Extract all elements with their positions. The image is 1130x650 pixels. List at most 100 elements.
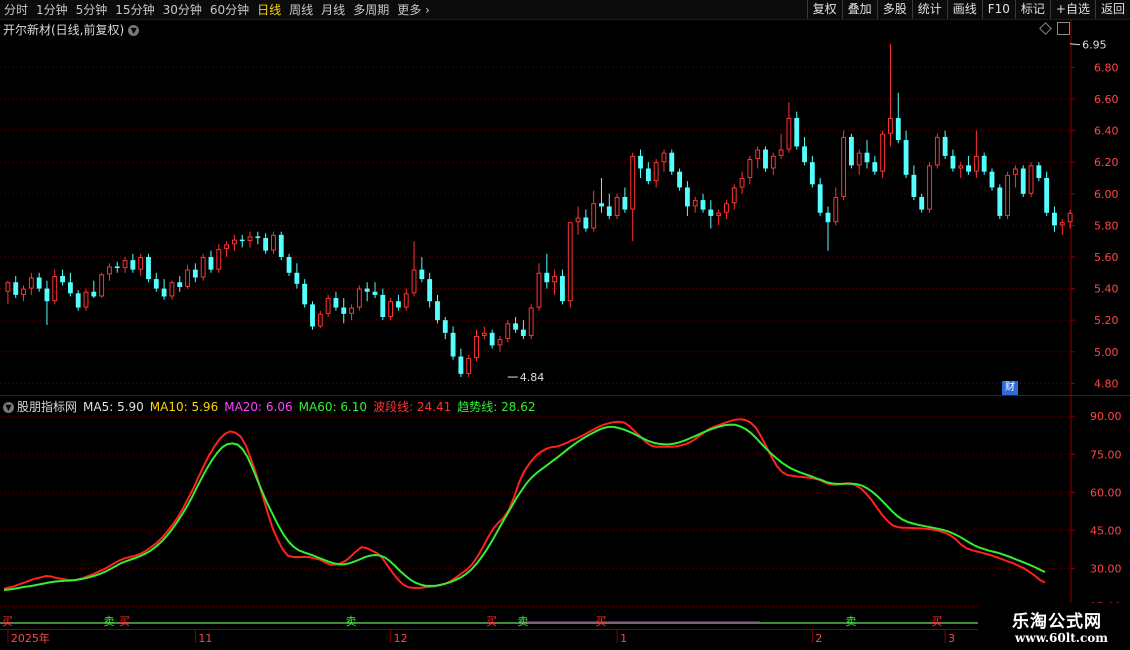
- candle-body: [497, 339, 503, 346]
- timeframe-1[interactable]: 1分钟: [32, 1, 72, 18]
- candle-body: [802, 146, 807, 163]
- candle-body: [950, 155, 956, 169]
- timeframe-2[interactable]: 5分钟: [72, 1, 112, 18]
- candle-body: [380, 294, 386, 318]
- candle-body: [333, 298, 339, 308]
- candle-body: [138, 256, 144, 270]
- signal-marker: 买: [931, 615, 942, 628]
- candle-body: [560, 275, 565, 302]
- candle-body: [864, 152, 870, 163]
- candle-body: [161, 288, 167, 297]
- candle-body: [888, 117, 893, 134]
- candle-body: [786, 117, 792, 150]
- finance-badge[interactable]: 财: [1002, 381, 1018, 395]
- price-tick-label: 5.80: [1094, 219, 1119, 232]
- candle-body: [146, 256, 151, 280]
- candle-body: [645, 168, 651, 182]
- candle-body: [52, 275, 58, 302]
- toolbar-button-8[interactable]: 返回: [1094, 0, 1130, 19]
- action-buttons: 复权 叠加 多股 统计 画线 F10 标记 +自选 返回: [806, 0, 1130, 19]
- date-label: 11: [198, 632, 212, 645]
- candle-body: [1020, 168, 1026, 194]
- indicator-tick-label: 60.00: [1090, 486, 1122, 499]
- indicator-chart[interactable]: 90.0075.0060.0045.0030.0015.00: [0, 396, 1130, 611]
- candle-body: [1005, 174, 1011, 216]
- toolbar-button-3[interactable]: 统计: [911, 0, 947, 19]
- toolbar-button-4[interactable]: 画线: [946, 0, 982, 19]
- candle-body: [520, 329, 526, 336]
- toolbar-button-6[interactable]: 标记: [1014, 0, 1050, 19]
- candle-body: [653, 162, 659, 182]
- extreme-label: 6.95: [1082, 39, 1107, 52]
- candle-body: [927, 165, 932, 210]
- candle-body: [263, 238, 269, 251]
- candle-body: [880, 133, 886, 172]
- price-tick-label: 6.00: [1094, 188, 1119, 201]
- watermark-url: www.60lt.com: [1015, 631, 1108, 645]
- extreme-label: 4.84: [520, 371, 545, 384]
- indicator-tick-label: 30.00: [1090, 562, 1122, 575]
- candle-body: [1036, 165, 1042, 178]
- timeframe-9[interactable]: 多周期: [349, 1, 393, 18]
- candle-body: [122, 260, 128, 269]
- indicator-axis-bg: [1071, 396, 1130, 611]
- candle-body: [114, 266, 120, 269]
- candle-body: [731, 187, 737, 204]
- candle-body: [614, 196, 620, 216]
- date-label: 2: [815, 632, 822, 645]
- toolbar-button-2[interactable]: 多股: [876, 0, 912, 19]
- candle-body: [677, 171, 683, 188]
- candle-body: [278, 234, 284, 257]
- signal-strip: 买卖买卖买卖买卖买卖: [0, 615, 1070, 628]
- timeframe-5[interactable]: 60分钟: [206, 1, 253, 18]
- candle-body: [372, 291, 378, 295]
- candle-body: [403, 293, 409, 308]
- candle-body: [536, 272, 542, 308]
- candle-body: [505, 323, 511, 340]
- candle-body: [575, 217, 581, 223]
- candle-body: [239, 239, 245, 242]
- candle-body: [341, 307, 347, 314]
- candle-body: [872, 162, 878, 172]
- candle-body: [817, 184, 823, 213]
- toolbar-button-1[interactable]: 叠加: [841, 0, 877, 19]
- timeframe-0[interactable]: 分时: [0, 1, 32, 18]
- candle-body: [1067, 212, 1073, 223]
- timeframe-4[interactable]: 30分钟: [159, 1, 206, 18]
- candle-body: [13, 282, 19, 295]
- candle-body: [442, 320, 448, 333]
- timeframe-3[interactable]: 15分钟: [111, 1, 158, 18]
- candle-body: [856, 152, 862, 166]
- wave-line: [3, 418, 1046, 590]
- toolbar-button-7[interactable]: +自选: [1049, 0, 1095, 19]
- candle-body: [778, 149, 784, 156]
- toolbar-button-0[interactable]: 复权: [806, 0, 842, 19]
- date-axis: 2025年11121234: [0, 629, 1130, 645]
- toolbar-button-5[interactable]: F10: [981, 0, 1015, 19]
- watermark-title: 乐淘公式网: [1012, 612, 1102, 632]
- candle-body: [231, 239, 237, 245]
- timeframe-6[interactable]: 日线: [253, 1, 285, 18]
- candle-body: [989, 171, 995, 188]
- candle-body: [763, 149, 768, 169]
- candle-body: [958, 165, 964, 169]
- signal-marker: 买: [119, 615, 130, 628]
- candle-body: [435, 301, 440, 321]
- candle-body: [622, 196, 628, 210]
- price-tick-label: 4.80: [1094, 377, 1119, 390]
- candle-body: [317, 313, 323, 327]
- candle-body: [255, 236, 261, 239]
- indicator-tick-label: 90.00: [1090, 410, 1122, 423]
- timeframe-10[interactable]: 更多 ›: [393, 1, 434, 18]
- timeframe-7[interactable]: 周线: [285, 1, 317, 18]
- candle-body: [567, 222, 573, 302]
- candle-body: [60, 275, 65, 283]
- candlestick-chart[interactable]: 6.80 6.60 6.40 6.20 6.00 5.80 5.60 5.40 5.20 5.00…: [0, 20, 1130, 396]
- candle-body: [67, 282, 73, 294]
- candle-body: [739, 177, 745, 188]
- timeframe-8[interactable]: 月线: [317, 1, 349, 18]
- price-tick-label: 5.00: [1094, 346, 1119, 359]
- price-tick-label: 5.40: [1094, 283, 1119, 296]
- candle-body: [606, 206, 612, 216]
- candle-body: [153, 279, 159, 289]
